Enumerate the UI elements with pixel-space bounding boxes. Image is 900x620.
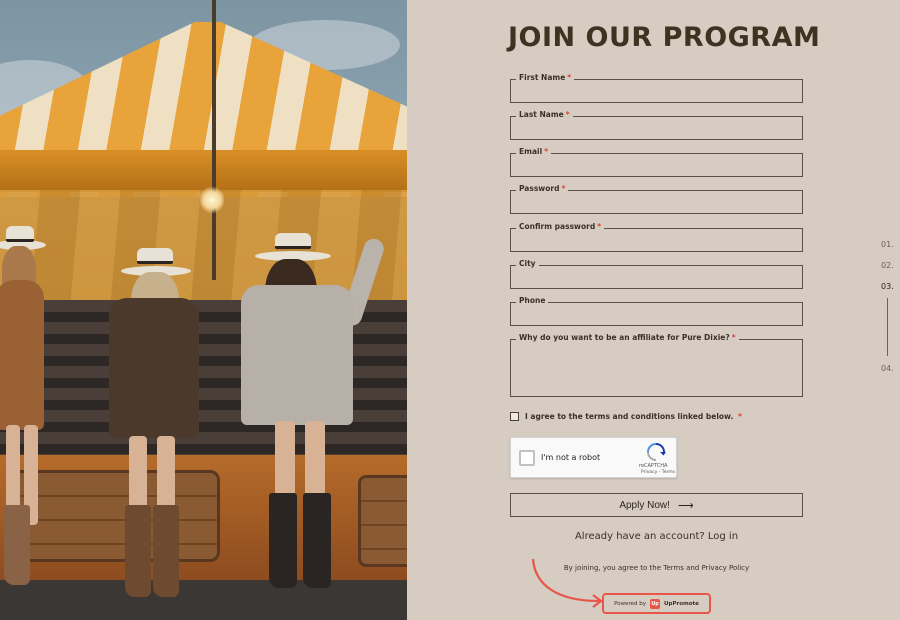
phone-input[interactable] (516, 306, 796, 322)
step-4[interactable]: 04. (881, 364, 894, 373)
login-link[interactable]: Log in (708, 531, 738, 542)
step-1[interactable]: 01. (881, 240, 894, 249)
person-right (235, 225, 387, 605)
required-marker: * (731, 333, 736, 342)
step-progress-line (887, 298, 888, 356)
field-label-text: First Name (519, 73, 566, 82)
tent-pole (212, 0, 216, 280)
step-3[interactable]: 03. (881, 282, 894, 291)
required-marker: * (567, 73, 572, 82)
first-name-input[interactable] (516, 83, 796, 99)
recaptcha-checkbox[interactable] (519, 450, 535, 466)
required-marker: * (565, 110, 570, 119)
last-name-input[interactable] (516, 120, 796, 136)
required-marker: * (597, 222, 602, 231)
recaptcha-brand: reCAPTCHA (639, 463, 668, 469)
login-prompt: Already have an account? (574, 531, 705, 542)
page-title: JOIN OUR PROGRAM (508, 22, 821, 53)
uppromote-brand: UpPromote (664, 600, 699, 607)
person-middle (105, 240, 215, 610)
curved-arrow-icon (531, 558, 603, 608)
field-label: City (516, 259, 539, 268)
field-label-text: Email (519, 147, 543, 156)
tent-band (0, 150, 407, 192)
field-label: Confirm password * (516, 222, 605, 231)
field-label: Email * (516, 147, 552, 156)
uppromote-logo-icon: Up (650, 598, 661, 609)
terms-row: I agree to the terms and conditions link… (510, 412, 742, 421)
field-label: First Name * (516, 73, 575, 82)
field-label-text: Last Name (519, 110, 564, 119)
signup-panel: JOIN OUR PROGRAM First Name * Last Name * … (407, 0, 900, 620)
confirm-password-input[interactable] (516, 232, 796, 248)
required-marker: * (544, 147, 549, 156)
field-label-text: Confirm password (519, 222, 596, 231)
field-label-text: Password (519, 184, 560, 193)
powered-by-badge[interactable]: Powered by Up UpPromote (602, 593, 711, 614)
hero-photo (0, 0, 407, 620)
lamp (200, 186, 224, 214)
field-label: Phone (516, 296, 549, 305)
terms-label-text: I agree to the terms and conditions link… (525, 412, 734, 421)
terms-label: I agree to the terms and conditions link… (525, 412, 742, 421)
field-label: Last Name * (516, 110, 573, 119)
arrow-right-icon: ⟶ (677, 499, 694, 512)
email-input[interactable] (516, 157, 796, 173)
apply-now-label: Apply Now! (619, 499, 670, 511)
required-marker: * (737, 412, 742, 421)
field-label-text: Why do you want to be an affiliate for P… (519, 333, 730, 342)
field-label: Password * (516, 184, 569, 193)
step-2[interactable]: 02. (881, 261, 894, 270)
recaptcha-links[interactable]: Privacy - Terms (641, 470, 675, 475)
person-left (0, 220, 70, 600)
recaptcha-widget: I'm not a robot reCAPTCHA Privacy - Term… (510, 437, 677, 478)
city-input[interactable] (516, 269, 796, 285)
powered-by-text: Powered by (614, 600, 647, 607)
password-input[interactable] (516, 194, 796, 210)
recaptcha-logo-icon (647, 443, 666, 461)
why-affiliate-textarea[interactable] (516, 345, 796, 393)
recaptcha-label: I'm not a robot (541, 453, 601, 462)
apply-now-button[interactable]: Apply Now! ⟶ (510, 493, 803, 517)
field-label: Why do you want to be an affiliate for P… (516, 333, 739, 342)
required-marker: * (561, 184, 566, 193)
login-row: Already have an account? Log in (510, 531, 803, 542)
terms-checkbox[interactable] (510, 412, 519, 421)
